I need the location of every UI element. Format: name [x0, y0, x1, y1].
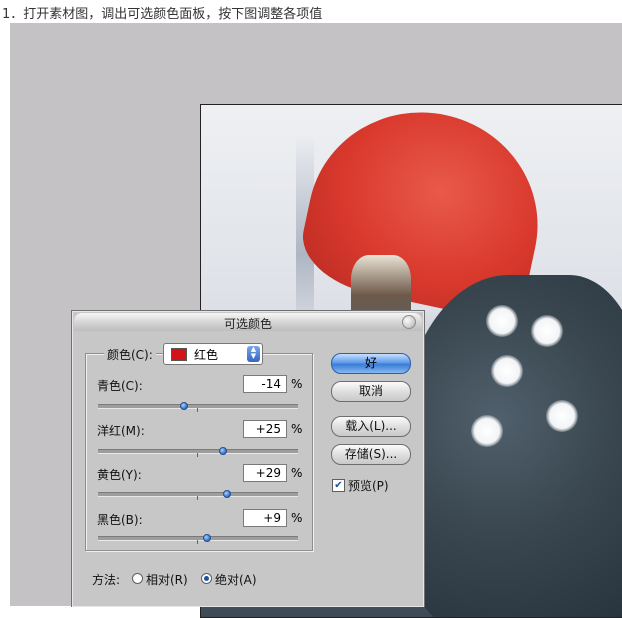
magenta-slider-thumb[interactable] [219, 447, 227, 455]
close-icon[interactable] [402, 315, 416, 329]
relative-label: 相对(R) [146, 573, 188, 587]
dialog-title: 可选颜色 [223, 317, 272, 331]
yellow-slider-thumb[interactable] [223, 490, 231, 498]
yellow-slider-track[interactable] [98, 490, 298, 500]
cyan-slider-track[interactable] [98, 402, 298, 412]
color-swatch [171, 348, 187, 361]
slider-center-tick [197, 453, 198, 457]
black-label: 黑色(B): [97, 513, 143, 527]
instruction-text: 1．打开素材图，调出可选颜色面板，按下图调整各项值 [2, 7, 323, 22]
cyan-slider-thumb[interactable] [180, 402, 188, 410]
color-label: 颜色(C): [104, 346, 156, 363]
black-percent: % [291, 511, 303, 525]
magenta-percent: % [291, 422, 303, 436]
method-label: 方法: [92, 573, 121, 587]
cyan-percent: % [291, 377, 303, 391]
white-flower [486, 305, 518, 337]
magenta-slider-track[interactable] [98, 447, 298, 457]
white-flower [546, 400, 578, 432]
chevron-up-down-icon: ▲ ▼ [247, 346, 260, 362]
cyan-input[interactable]: -14 [243, 375, 287, 393]
absolute-radio[interactable] [201, 573, 212, 584]
black-slider-track[interactable] [98, 534, 298, 544]
color-select-value: 红色 [194, 348, 219, 362]
preview-label: 预览(P) [348, 479, 389, 493]
preview-checkbox[interactable]: ✔ [332, 479, 345, 492]
white-flower [531, 315, 563, 347]
yellow-percent: % [291, 466, 303, 480]
slider-center-tick [197, 540, 198, 544]
black-slider-thumb[interactable] [203, 534, 211, 542]
yellow-label: 黄色(Y): [97, 468, 142, 482]
slider-center-tick [197, 408, 198, 412]
absolute-label: 绝对(A) [215, 573, 257, 587]
magenta-input[interactable]: +25 [243, 420, 287, 438]
load-button[interactable]: 载入(L)... [331, 416, 411, 437]
slider-center-tick [197, 496, 198, 500]
selective-color-dialog: 可选颜色 颜色(C): 红色 ▲ ▼ 青色(C): -14 % 洋红(M): +2… [71, 310, 425, 607]
dialog-titlebar[interactable]: 可选颜色 [74, 313, 422, 331]
relative-radio[interactable] [132, 573, 143, 584]
save-button[interactable]: 存储(S)... [331, 444, 411, 465]
cancel-button[interactable]: 取消 [331, 381, 411, 402]
white-flower [471, 415, 503, 447]
white-flower [491, 355, 523, 387]
ok-button[interactable]: 好 [331, 353, 411, 374]
color-select[interactable]: 红色 ▲ ▼ [163, 343, 263, 365]
cyan-label: 青色(C): [97, 379, 143, 393]
black-input[interactable]: +9 [243, 509, 287, 527]
yellow-input[interactable]: +29 [243, 464, 287, 482]
magenta-label: 洋红(M): [97, 424, 145, 438]
